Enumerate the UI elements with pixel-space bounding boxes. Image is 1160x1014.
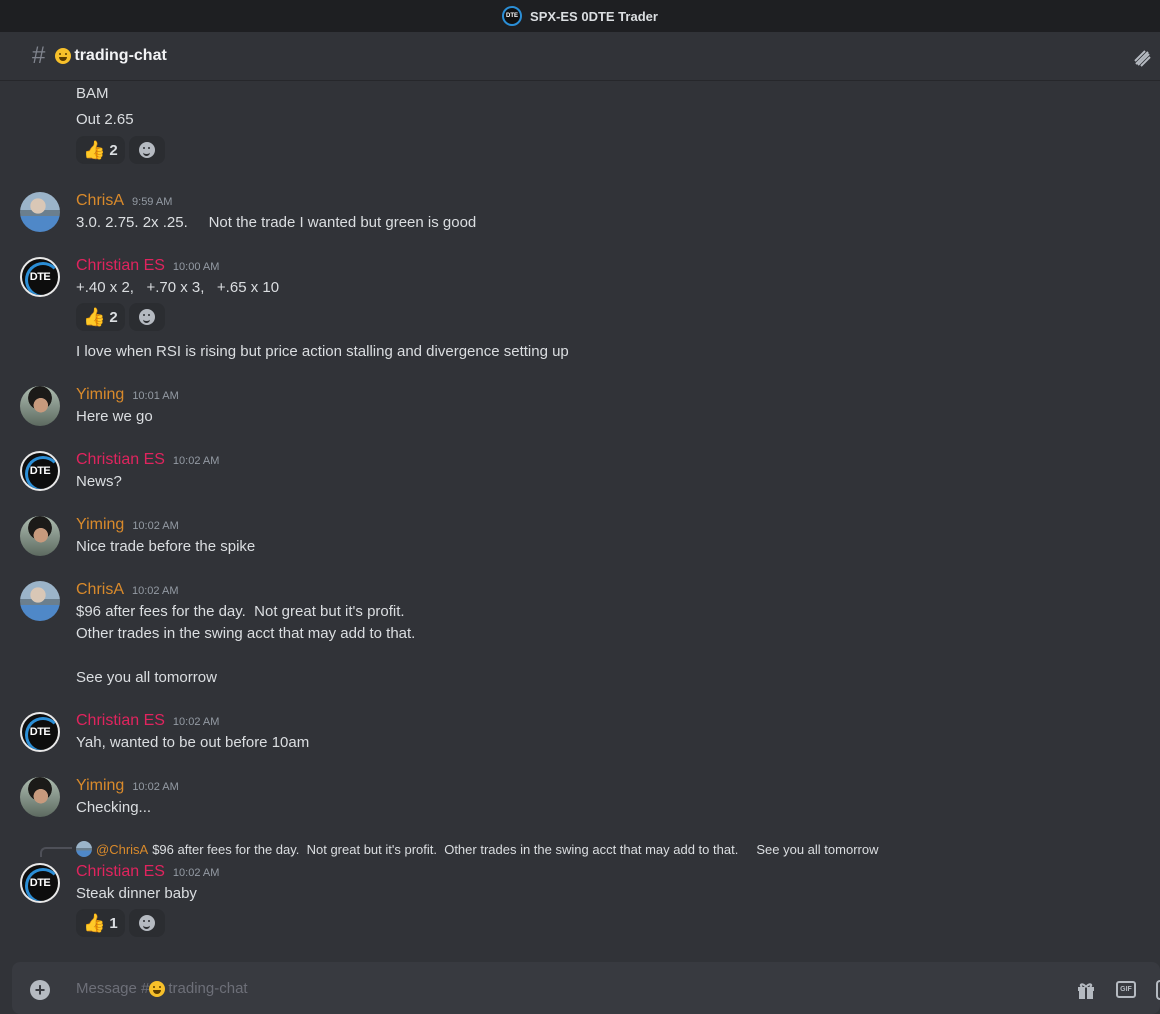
sticker-icon[interactable]	[1156, 980, 1160, 1000]
username[interactable]: Yiming	[76, 516, 124, 534]
avatar[interactable]	[20, 516, 60, 556]
timestamp: 10:02 AM	[132, 585, 179, 597]
channel-header: # trading-chat	[0, 32, 1160, 81]
message-text: $96 after fees for the day. Not great bu…	[76, 603, 405, 620]
timestamp: 10:02 AM	[172, 716, 220, 728]
username[interactable]: Yiming	[76, 777, 124, 795]
message-text: Checking...	[76, 799, 152, 816]
reply-spine	[40, 847, 72, 857]
reaction-thumbs-up[interactable]: 👍 1	[76, 909, 125, 937]
message-input[interactable]: Message # trading-chat	[76, 980, 248, 997]
reply-avatar	[76, 841, 92, 857]
reaction-thumbs-up[interactable]: 👍 2	[76, 303, 125, 331]
placeholder-prefix: Message #	[76, 980, 150, 997]
hashtag-icon: #	[32, 42, 46, 69]
smile-icon	[138, 915, 155, 931]
message-text: News?	[76, 473, 122, 490]
smile-icon	[138, 309, 155, 325]
message-text: 3.0. 2.75. 2x .25. Not the trade I wante…	[76, 214, 477, 231]
message-text: Other trades in the swing acct that may …	[76, 625, 416, 642]
avatar[interactable]	[20, 386, 60, 426]
add-reaction-button[interactable]	[128, 909, 165, 937]
reaction-bar: 👍 2	[76, 303, 165, 331]
window-title: SPX-ES 0DTE Trader	[530, 8, 658, 24]
reaction-count: 2	[109, 308, 118, 326]
message-text: Yah, wanted to be out before 10am	[76, 734, 310, 751]
threads-icon[interactable]	[1132, 48, 1152, 68]
username[interactable]: Yiming	[76, 386, 124, 404]
grinning-face-icon	[55, 48, 72, 64]
thumbs-up-icon: 👍	[83, 306, 106, 327]
gift-icon[interactable]	[1076, 980, 1096, 1000]
message-text: Out 2.65	[76, 111, 134, 128]
server-logo-icon: DTE	[502, 6, 523, 26]
timestamp: 10:02 AM	[132, 781, 179, 793]
username[interactable]: Christian ES	[76, 712, 165, 730]
message-text: BAM	[76, 85, 109, 102]
reaction-count: 1	[109, 914, 118, 932]
thumbs-up-icon: 👍	[83, 912, 106, 933]
avatar[interactable]: DTE	[20, 863, 60, 903]
avatar[interactable]: DTE	[20, 712, 60, 752]
thumbs-up-icon: 👍	[83, 139, 106, 160]
gif-button[interactable]: GIF	[1116, 981, 1136, 998]
reply-preview[interactable]: @ChrisA $96 after fees for the day. Not …	[76, 841, 878, 857]
reply-mention[interactable]: @ChrisA	[96, 842, 148, 857]
channel-name: trading-chat	[74, 47, 167, 64]
message-text: +.40 x 2, +.70 x 3, +.65 x 10	[76, 279, 280, 296]
message-text: Steak dinner baby	[76, 885, 197, 902]
avatar[interactable]	[20, 581, 60, 621]
message-text: I love when RSI is rising but price acti…	[76, 343, 569, 360]
grinning-face-icon	[149, 980, 166, 997]
reply-text: $96 after fees for the day. Not great bu…	[152, 841, 879, 857]
message-text: See you all tomorrow	[76, 669, 217, 686]
username[interactable]: ChrisA	[76, 581, 124, 599]
placeholder-channel: trading-chat	[168, 980, 248, 997]
message-list: BAM Out 2.65 👍 2 ChrisA 9:59 AM 3.0. 2.7…	[0, 81, 1160, 961]
reaction-thumbs-up[interactable]: 👍 2	[76, 136, 125, 164]
upload-plus-button[interactable]: +	[30, 980, 50, 1000]
username[interactable]: ChrisA	[76, 192, 124, 210]
window-titlebar: DTE SPX-ES 0DTE Trader	[0, 0, 1160, 32]
reaction-bar: 👍 2	[76, 136, 165, 164]
smile-icon	[138, 142, 155, 158]
username[interactable]: Christian ES	[76, 863, 165, 881]
timestamp: 10:02 AM	[172, 455, 220, 467]
avatar[interactable]	[20, 777, 60, 817]
add-reaction-button[interactable]	[128, 303, 165, 331]
avatar[interactable]	[20, 192, 60, 232]
add-reaction-button[interactable]	[128, 136, 165, 164]
timestamp: 10:01 AM	[132, 390, 179, 402]
message-text: Here we go	[76, 408, 153, 425]
reaction-count: 2	[109, 141, 118, 159]
avatar[interactable]: DTE	[20, 257, 60, 297]
timestamp: 10:02 AM	[132, 520, 179, 532]
username[interactable]: Christian ES	[76, 451, 165, 469]
timestamp: 10:00 AM	[172, 261, 220, 273]
timestamp: 9:59 AM	[132, 196, 173, 208]
message-composer[interactable]: + Message # trading-chat GIF	[12, 962, 1160, 1014]
message-text: Nice trade before the spike	[76, 538, 256, 555]
reaction-bar: 👍 1	[76, 909, 165, 937]
timestamp: 10:02 AM	[172, 867, 220, 879]
avatar[interactable]: DTE	[20, 451, 60, 491]
username[interactable]: Christian ES	[76, 257, 165, 275]
